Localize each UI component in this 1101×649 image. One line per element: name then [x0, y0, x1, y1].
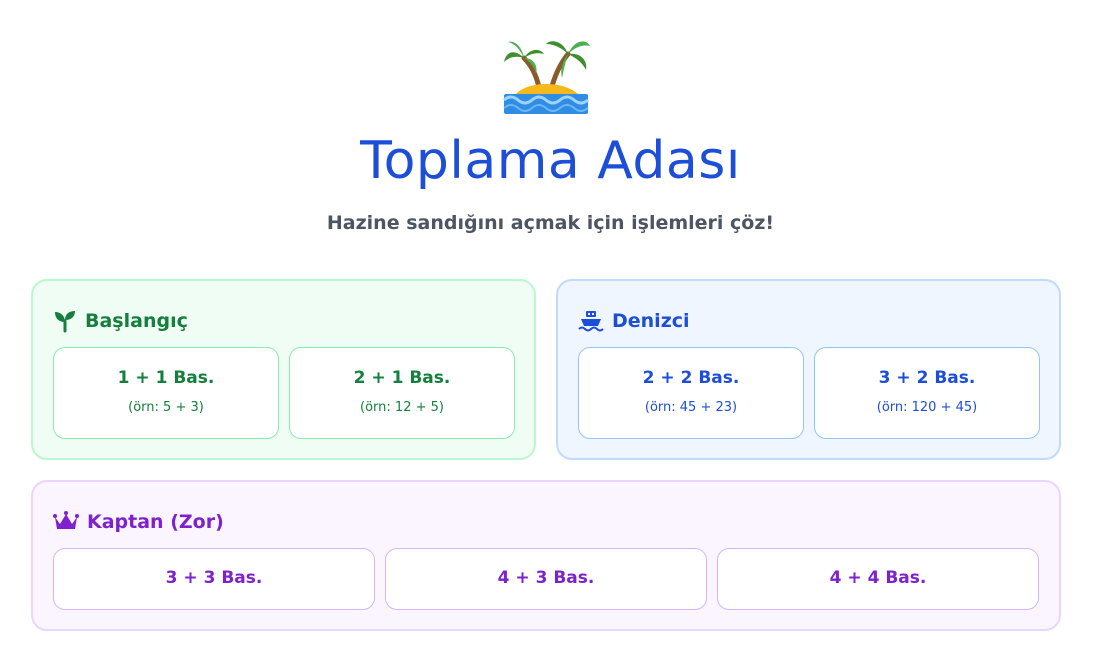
level-title: Denizci — [612, 310, 690, 332]
option-label: 4 + 4 Bas. — [829, 568, 927, 588]
level-panel-sailor: Denizci 2 + 2 Bas. (örn: 45 + 23) 3 + 2 … — [556, 279, 1061, 460]
option-2-plus-2[interactable]: 2 + 2 Bas. (örn: 45 + 23) — [578, 347, 804, 439]
option-label: 3 + 3 Bas. — [165, 568, 263, 588]
option-4-plus-4[interactable]: 4 + 4 Bas. — [717, 548, 1039, 610]
seedling-icon — [55, 311, 75, 333]
level-panel-captain: Kaptan (Zor) 3 + 3 Bas. 4 + 3 Bas. 4 + 4… — [31, 480, 1061, 631]
page-subtitle: Hazine sandığını açmak için işlemleri çö… — [326, 212, 775, 234]
option-2-plus-1[interactable]: 2 + 1 Bas. (örn: 12 + 5) — [289, 347, 515, 439]
option-4-plus-3[interactable]: 4 + 3 Bas. — [385, 548, 707, 610]
option-label: 3 + 2 Bas. — [878, 368, 976, 388]
option-example: (örn: 12 + 5) — [360, 400, 444, 415]
option-1-plus-1[interactable]: 1 + 1 Bas. (örn: 5 + 3) — [53, 347, 279, 439]
level-heading-sailor: Denizci — [578, 307, 690, 335]
option-3-plus-3[interactable]: 3 + 3 Bas. — [53, 548, 375, 610]
option-label: 2 + 1 Bas. — [353, 368, 451, 388]
option-example: (örn: 120 + 45) — [876, 400, 978, 415]
option-label: 2 + 2 Bas. — [642, 368, 740, 388]
option-example: (örn: 5 + 3) — [128, 400, 204, 415]
option-label: 4 + 3 Bas. — [497, 568, 595, 588]
page-title: Toplama Adası — [360, 131, 741, 191]
option-3-plus-2[interactable]: 3 + 2 Bas. (örn: 120 + 45) — [814, 347, 1040, 439]
option-example: (örn: 45 + 23) — [644, 400, 738, 415]
level-title: Başlangıç — [85, 310, 188, 332]
ship-icon — [578, 311, 604, 332]
crown-icon — [53, 511, 79, 529]
option-label: 1 + 1 Bas. — [117, 368, 215, 388]
level-heading-beginner: Başlangıç — [53, 307, 188, 335]
level-heading-captain: Kaptan (Zor) — [53, 508, 224, 536]
level-panel-beginner: Başlangıç 1 + 1 Bas. (örn: 5 + 3) 2 + 1 … — [31, 279, 536, 460]
desert-island-icon — [500, 30, 592, 118]
level-title: Kaptan (Zor) — [87, 511, 224, 533]
